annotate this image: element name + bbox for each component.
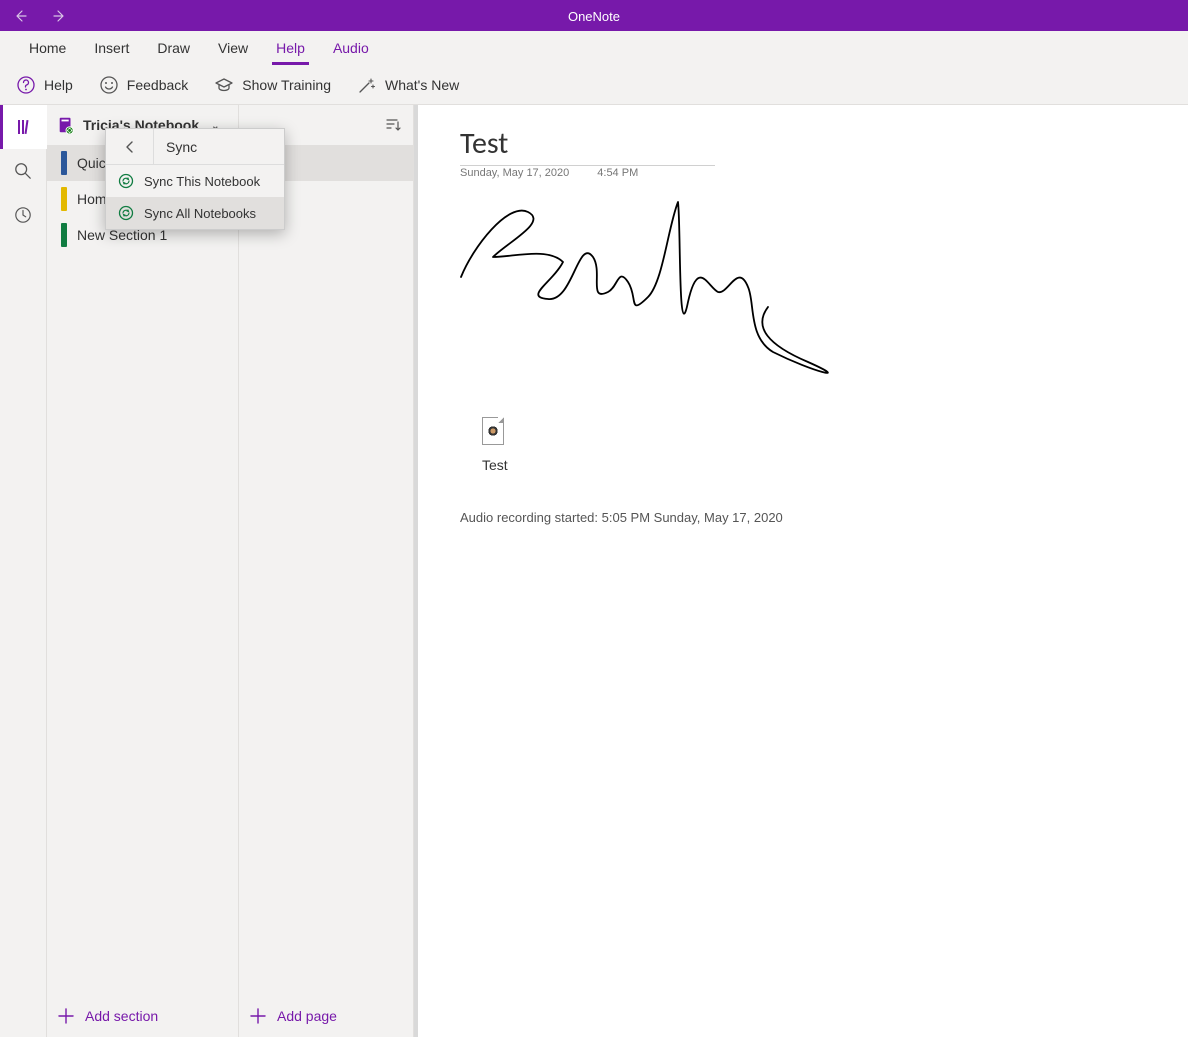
plus-icon	[249, 1007, 267, 1025]
help-button[interactable]: Help	[12, 65, 77, 104]
back-button[interactable]	[0, 0, 40, 31]
nav-rail	[0, 105, 47, 1037]
page-canvas[interactable]: Test Sunday, May 17, 2020 4:54 PM Test A…	[414, 105, 1188, 1037]
section-color	[61, 223, 67, 247]
pages-pane: Add page	[239, 105, 414, 1037]
ink-drawing	[453, 187, 853, 387]
nav-notebooks[interactable]	[0, 105, 47, 149]
section-color	[61, 151, 67, 175]
ribbon-tabs: Home Insert Draw View Help Audio	[0, 31, 1188, 65]
add-page-label: Add page	[277, 1008, 337, 1024]
page-title[interactable]: Test	[460, 125, 508, 162]
section-color	[61, 187, 67, 211]
help-label: Help	[44, 77, 73, 93]
graduation-icon	[214, 75, 234, 95]
nav-recent[interactable]	[0, 193, 47, 237]
title-bar: OneNote	[0, 0, 1188, 31]
page-time: 4:54 PM	[597, 167, 638, 179]
workspace: Tricia's Notebook ⌄ Quick Notes Homework…	[0, 105, 1188, 1037]
sync-this-label: Sync This Notebook	[144, 174, 260, 189]
tab-draw[interactable]: Draw	[143, 31, 204, 65]
sort-icon	[385, 117, 401, 133]
page-date: Sunday, May 17, 2020	[460, 167, 569, 179]
sync-all-label: Sync All Notebooks	[144, 206, 256, 221]
ribbon-help: Help Feedback Show Training What's New	[0, 65, 1188, 105]
app-title: OneNote	[568, 9, 620, 24]
sections-pane: Tricia's Notebook ⌄ Quick Notes Homework…	[47, 105, 239, 1037]
audio-recording-text: Audio recording started: 5:05 PM Sunday,…	[460, 510, 783, 525]
plus-icon	[57, 1007, 75, 1025]
title-underline	[460, 165, 715, 166]
chevron-left-icon	[124, 141, 136, 153]
show-training-button[interactable]: Show Training	[210, 65, 335, 104]
sync-submenu: Sync Sync This Notebook Sync All Noteboo…	[105, 128, 285, 230]
add-section-label: Add section	[85, 1008, 158, 1024]
nav-search[interactable]	[0, 149, 47, 193]
tab-insert[interactable]: Insert	[80, 31, 143, 65]
tab-view[interactable]: View	[204, 31, 262, 65]
sync-this-notebook[interactable]: Sync This Notebook	[106, 165, 284, 197]
smile-icon	[99, 75, 119, 95]
audio-attachment-icon[interactable]	[482, 417, 504, 445]
submenu-title: Sync	[154, 139, 197, 155]
whats-new-button[interactable]: What's New	[353, 65, 463, 104]
audio-attachment-label[interactable]: Test	[482, 457, 508, 473]
sync-all-notebooks[interactable]: Sync All Notebooks	[106, 197, 284, 229]
tab-home[interactable]: Home	[15, 31, 80, 65]
tab-audio[interactable]: Audio	[319, 31, 383, 65]
sync-icon	[118, 173, 134, 189]
training-label: Show Training	[242, 77, 331, 93]
forward-button[interactable]	[40, 0, 80, 31]
notebook-icon	[57, 116, 75, 134]
sync-icon	[118, 205, 134, 221]
add-page-button[interactable]: Add page	[239, 995, 413, 1037]
feedback-label: Feedback	[127, 77, 188, 93]
submenu-back-button[interactable]	[106, 129, 154, 165]
add-section-button[interactable]: Add section	[47, 995, 238, 1037]
sparkle-icon	[357, 75, 377, 95]
feedback-button[interactable]: Feedback	[95, 65, 192, 104]
whatsnew-label: What's New	[385, 77, 459, 93]
tab-help[interactable]: Help	[262, 31, 319, 65]
help-icon	[16, 75, 36, 95]
